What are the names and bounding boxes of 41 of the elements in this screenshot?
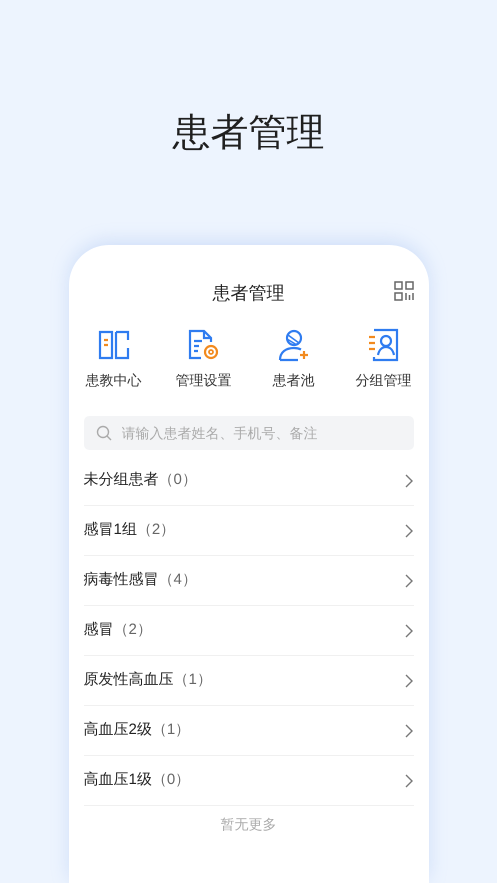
patient-count: （1） — [152, 720, 190, 740]
chevron-right-icon — [404, 724, 412, 738]
chevron-right-icon — [404, 624, 412, 638]
group-name: 高血压1级 — [84, 770, 152, 790]
patient-count: （0） — [152, 770, 190, 790]
chevron-right-icon — [404, 774, 412, 788]
group-name: 未分组患者 — [84, 470, 158, 490]
search-icon — [96, 425, 112, 441]
group-name: 病毒性感冒 — [84, 570, 158, 590]
user-add-icon — [276, 328, 310, 362]
group-row[interactable]: 未分组患者（0） — [84, 456, 414, 506]
group-name: 感冒 — [84, 620, 114, 640]
group-name: 原发性高血压 — [84, 670, 174, 690]
group-row[interactable]: 感冒1组（2） — [84, 506, 414, 556]
chevron-right-icon — [404, 524, 412, 538]
patient-count: （4） — [158, 570, 197, 590]
patient-count: （0） — [158, 470, 197, 490]
headline: 患者管理 — [172, 111, 324, 156]
shortcut-label[interactable]: 管理设置 — [176, 370, 232, 390]
qr-code-icon[interactable] — [394, 281, 414, 301]
shortcut-label[interactable]: 患教中心 — [86, 370, 142, 390]
list-end-text: 暂无更多 — [220, 815, 278, 834]
shortcut-label[interactable]: 患者池 — [272, 370, 314, 390]
group-row[interactable]: 原发性高血压（1） — [84, 656, 414, 706]
shortcut-label[interactable]: 分组管理 — [356, 370, 412, 390]
contact-card-icon — [366, 328, 400, 362]
patient-count: （2） — [136, 520, 176, 540]
document-gear-icon — [186, 328, 220, 362]
patient-count: （1） — [174, 670, 212, 690]
chevron-right-icon — [404, 474, 412, 488]
group-name: 感冒1组 — [84, 520, 137, 540]
screen-title: 患者管理 — [212, 282, 284, 304]
group-row[interactable]: 高血压1级（0） — [84, 756, 414, 806]
group-name: 高血压2级 — [84, 720, 152, 740]
group-row[interactable]: 感冒（2） — [84, 606, 414, 656]
chevron-right-icon — [404, 674, 412, 688]
patient-count: （2） — [114, 620, 152, 640]
group-row[interactable]: 高血压2级（1） — [84, 706, 414, 756]
group-row[interactable]: 病毒性感冒（4） — [84, 556, 414, 606]
chevron-right-icon — [404, 574, 412, 588]
search-field[interactable]: 请输入患者姓名、手机号、备注 — [84, 416, 414, 450]
